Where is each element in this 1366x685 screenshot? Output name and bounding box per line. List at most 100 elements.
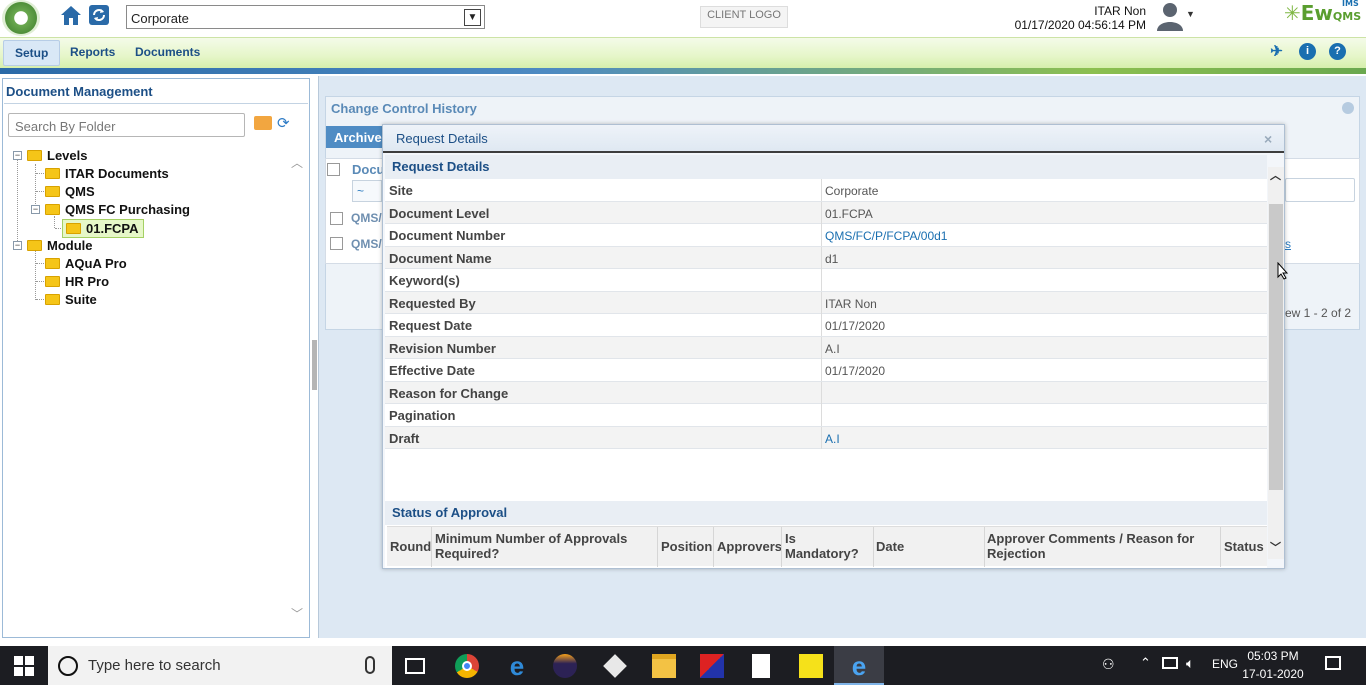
folder-icon (45, 276, 60, 287)
detail-label: Revision Number (389, 340, 496, 356)
tree-node-label: QMS (65, 184, 95, 199)
eclipse-icon[interactable] (553, 654, 577, 678)
collapse-icon[interactable]: − (13, 151, 22, 160)
folder-icon (45, 258, 60, 269)
language-indicator[interactable]: ENG (1212, 657, 1238, 671)
refresh-icon[interactable] (88, 4, 110, 26)
detail-value-link[interactable]: A.I (825, 432, 840, 446)
detail-label: Document Level (389, 205, 490, 221)
scroll-down-icon[interactable]: ﹀ (1270, 539, 1281, 555)
tree-scrollbar[interactable]: ︿ ﹀ (288, 150, 306, 630)
folder-icon (27, 150, 42, 161)
divider (1220, 527, 1221, 567)
detail-row: Keyword(s) (385, 269, 1267, 292)
col-approver-comments: Approver Comments / Reason for Rejection (987, 531, 1195, 561)
clock-time[interactable]: 05:03 PM (1240, 649, 1306, 663)
row-link[interactable]: s (1285, 237, 1291, 251)
tree-node-qms-fc-purchasing[interactable]: QMS FC Purchasing (45, 202, 190, 217)
home-icon[interactable] (58, 3, 84, 27)
tree-node-aqua-pro[interactable]: AQuA Pro (45, 256, 127, 271)
network-icon[interactable] (1162, 657, 1178, 669)
row-checkbox[interactable] (330, 212, 343, 225)
panel-splitter[interactable] (312, 340, 317, 390)
collapse-icon[interactable]: − (31, 205, 40, 214)
detail-value: Corporate (825, 184, 879, 198)
divider (821, 291, 822, 314)
tree-node-itar-documents[interactable]: ITAR Documents (45, 166, 169, 181)
app-logo[interactable] (2, 0, 40, 36)
tree-node-label: Suite (65, 292, 97, 307)
divider (821, 381, 822, 404)
taskbar-search-placeholder: Type here to search (88, 657, 221, 674)
detail-value: 01/17/2020 (825, 319, 886, 333)
user-avatar-icon[interactable] (1155, 0, 1187, 32)
folder-search-icon[interactable] (254, 116, 272, 130)
menu-documents[interactable]: Documents (124, 40, 211, 66)
collapse-panel-icon[interactable] (1342, 102, 1354, 114)
divider (821, 269, 822, 291)
pin-icon[interactable]: ✈ (1268, 43, 1285, 60)
tree-node-suite[interactable]: Suite (45, 292, 97, 307)
chevron-down-icon[interactable]: ▼ (464, 9, 481, 26)
clock-date[interactable]: 17-01-2020 (1240, 667, 1306, 681)
row-checkbox[interactable] (330, 237, 343, 250)
tree-node-label: ITAR Documents (65, 166, 169, 181)
tree-node-01-fcpa[interactable]: 01.FCPA (62, 219, 144, 238)
divider (657, 527, 658, 567)
modal-title: Request Details (396, 131, 488, 146)
current-datetime: 01/17/2020 04:56:14 PM (1014, 18, 1146, 32)
col-round: Round (390, 539, 432, 554)
detail-label: Keyword(s) (389, 273, 460, 288)
detail-value-link[interactable]: QMS/FC/P/FCPA/00d1 (825, 229, 947, 243)
edge-icon[interactable]: e (505, 653, 529, 679)
tree-node-module[interactable]: Module (27, 238, 93, 253)
tree-node-hr-pro[interactable]: HR Pro (45, 274, 109, 289)
approval-table-header: Round Minimum Number of Approvals Requir… (387, 526, 1267, 567)
tree-node-qms[interactable]: QMS (45, 184, 95, 199)
site-select-value: Corporate (131, 11, 189, 26)
pager-count: ew 1 - 2 of 2 (1285, 306, 1352, 320)
mouse-cursor-icon (1277, 261, 1289, 280)
collapse-icon[interactable]: − (13, 241, 22, 250)
menu-setup[interactable]: Setup (3, 40, 61, 66)
detail-label: Request Date (389, 318, 473, 333)
detail-label: Draft (389, 430, 420, 446)
archive-tab[interactable]: Archive (326, 126, 386, 148)
user-menu-chevron-icon[interactable]: ▼ (1186, 9, 1195, 19)
chrome-icon[interactable] (455, 654, 479, 678)
notepad-icon[interactable] (752, 654, 770, 678)
people-icon[interactable]: ⚇ (1102, 656, 1115, 673)
chevron-up-icon[interactable]: ⌃ (1140, 655, 1151, 671)
info-icon[interactable]: i (1299, 43, 1316, 60)
site-select[interactable]: Corporate ▼ (126, 5, 485, 29)
tree-line (35, 250, 36, 300)
menu-reports[interactable]: Reports (59, 40, 126, 66)
refresh-tree-icon[interactable]: ⟳ (277, 116, 293, 132)
sticky-notes-icon[interactable] (799, 654, 823, 678)
filter-input[interactable] (1285, 178, 1355, 202)
divider (821, 246, 822, 269)
folder-search-input[interactable]: Search By Folder (8, 113, 245, 137)
app-icon[interactable] (700, 654, 724, 678)
panel-title: Document Management (6, 84, 153, 99)
modal-header[interactable] (383, 125, 1284, 153)
microphone-icon[interactable] (365, 656, 375, 674)
select-all-checkbox[interactable] (327, 163, 340, 176)
col-date: Date (876, 539, 905, 554)
tree-node-label: AQuA Pro (65, 256, 127, 271)
col-approvers: Approvers (717, 539, 783, 554)
scrollbar-thumb[interactable] (1269, 204, 1283, 490)
tree-node-levels[interactable]: Levels (27, 148, 87, 163)
internet-explorer-icon[interactable]: e (847, 653, 871, 679)
scroll-up-icon[interactable]: ︿ (1270, 167, 1281, 183)
close-icon[interactable]: × (1264, 131, 1272, 147)
volume-icon[interactable]: 🔈︎ (1186, 655, 1194, 672)
help-icon[interactable]: ? (1329, 43, 1346, 60)
file-explorer-icon[interactable] (652, 654, 676, 678)
notifications-icon[interactable] (1325, 656, 1341, 670)
task-view-icon[interactable] (405, 658, 425, 674)
windows-start-icon[interactable] (14, 656, 34, 676)
detail-row: Revision Number A.I (385, 336, 1267, 359)
filter-operator[interactable]: ~ (352, 180, 382, 202)
divider (713, 527, 714, 567)
